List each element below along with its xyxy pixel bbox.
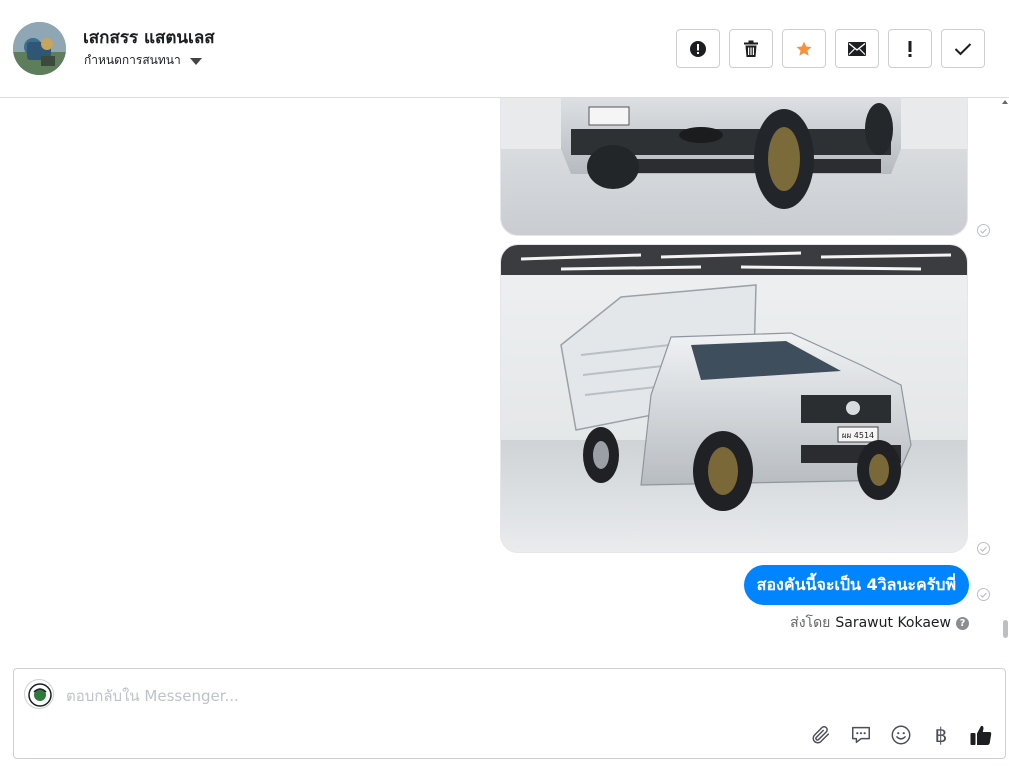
- sent-by-label: ส่งโดย Sarawut Kokaew ?: [790, 612, 969, 634]
- seen-indicator-icon: [977, 224, 990, 237]
- conversation-thread: ผผ 4514 สองคันนี้จะเป็น 4วิลนะครับพี่ ส่…: [0, 98, 1009, 658]
- star-button[interactable]: [782, 29, 826, 68]
- conversation-actions: [676, 29, 985, 68]
- message-photo[interactable]: ผผ 4514: [500, 244, 968, 553]
- trash-icon: [744, 40, 758, 57]
- thumbs-up-icon: [970, 725, 992, 745]
- alert-circle-icon: [690, 40, 706, 57]
- paperclip-icon: [812, 726, 830, 744]
- saved-reply-icon: [852, 726, 870, 744]
- contact-avatar[interactable]: [13, 22, 66, 75]
- scroll-thumb[interactable]: [1003, 620, 1008, 638]
- manage-conversation-label: กำหนดการสนทนา: [84, 53, 181, 67]
- saved-reply-button[interactable]: [849, 723, 873, 747]
- emoji-button[interactable]: [889, 723, 913, 747]
- page-avatar: [24, 679, 54, 709]
- caret-down-icon: [189, 57, 202, 65]
- important-button[interactable]: [888, 29, 932, 68]
- seen-indicator-icon: [977, 542, 990, 555]
- contact-name[interactable]: เสกสรร แสตนเลส: [83, 24, 215, 51]
- envelope-icon: [848, 41, 866, 56]
- sent-by-prefix: ส่งโดย: [790, 615, 831, 631]
- reply-input[interactable]: [66, 685, 766, 707]
- like-button[interactable]: [969, 723, 993, 747]
- emoji-icon: [891, 725, 911, 745]
- message-composer: ฿: [13, 668, 1006, 759]
- message-photo[interactable]: [500, 98, 968, 236]
- sent-by-name: Sarawut Kokaew: [835, 615, 951, 631]
- delete-button[interactable]: [729, 29, 773, 68]
- exclamation-icon: [908, 40, 912, 57]
- baht-icon: ฿: [934, 723, 948, 747]
- composer-tools: ฿: [809, 723, 993, 747]
- attach-button[interactable]: [809, 723, 833, 747]
- conversation-scrollbar[interactable]: [1001, 98, 1009, 658]
- scroll-up-icon[interactable]: [1002, 100, 1008, 104]
- help-icon[interactable]: ?: [956, 616, 969, 630]
- payment-button[interactable]: ฿: [929, 723, 953, 747]
- check-icon: [954, 42, 972, 55]
- conversation-header: เสกสรร แสตนเลส กำหนดการสนทนา: [0, 0, 1009, 98]
- star-icon: [796, 41, 812, 56]
- spam-button[interactable]: [676, 29, 720, 68]
- mark-unread-button[interactable]: [835, 29, 879, 68]
- message-bubble[interactable]: สองคันนี้จะเป็น 4วิลนะครับพี่: [743, 565, 969, 605]
- license-plate-text: ผผ 4514: [842, 431, 874, 440]
- seen-indicator-icon: [977, 588, 990, 601]
- done-button[interactable]: [941, 29, 985, 68]
- manage-conversation-dropdown[interactable]: กำหนดการสนทนา: [84, 51, 202, 70]
